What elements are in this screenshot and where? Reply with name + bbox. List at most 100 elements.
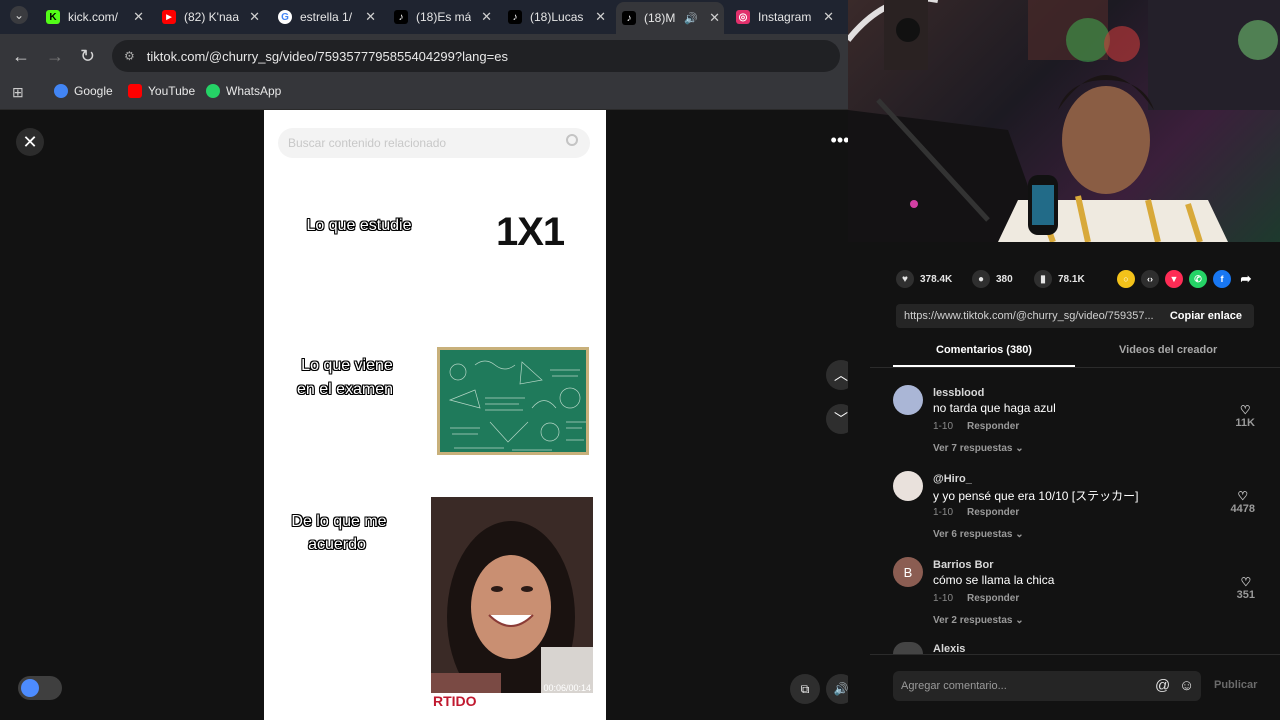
publish-button[interactable]: Publicar <box>1214 679 1257 691</box>
panel1-caption: Lo que estudie <box>306 217 412 234</box>
tab-comments[interactable]: Comentarios (380) <box>936 344 1032 356</box>
copy-link-button[interactable]: Copiar enlace <box>1158 310 1254 322</box>
webcam-overlay <box>848 0 1280 242</box>
embed-icon[interactable]: ‹› <box>1141 270 1159 288</box>
search-icon[interactable] <box>566 134 578 146</box>
address-bar[interactable]: ⚙ tiktok.com/@churry_sg/video/7593577795… <box>112 40 840 72</box>
browser-tab[interactable]: ◎ Instagram ✕ <box>730 4 838 30</box>
bookmark-icon: ▮ <box>1034 270 1052 288</box>
tab-creator-videos[interactable]: Videos del creador <box>1119 344 1217 356</box>
mention-icon[interactable]: @ <box>1155 677 1170 694</box>
equations-drawing <box>448 360 586 451</box>
comment-date: 1-10 <box>933 507 954 518</box>
like-stat[interactable]: ♥ 378.4K <box>896 270 952 288</box>
comment-count: 380 <box>996 273 1013 285</box>
youtube-icon: ▶ <box>162 10 176 24</box>
close-icon[interactable]: ✕ <box>133 9 144 25</box>
toggle-knob <box>21 679 39 697</box>
comment-meta: 1-10 Responder <box>933 507 1019 518</box>
comment-like[interactable]: ♡ 4478 <box>1231 489 1255 515</box>
speaker-icon[interactable]: 🔊 <box>684 12 698 25</box>
panel1-1x1-text: 1X1 <box>496 210 565 254</box>
panel3-caption-line1: De lo que me <box>291 513 387 530</box>
comment-input[interactable]: Agregar comentario... @ ☺ <box>893 671 1201 701</box>
video-link[interactable]: https://www.tiktok.com/@churry_sg/video/… <box>896 310 1158 322</box>
close-icon[interactable]: ✕ <box>16 128 44 156</box>
close-icon[interactable]: ✕ <box>249 9 260 25</box>
tab-title: (18)Es má <box>416 10 472 24</box>
bookmark-google[interactable]: Google <box>54 84 113 98</box>
bookmark-youtube[interactable]: YouTube <box>128 84 195 98</box>
reply-button[interactable]: Responder <box>967 593 1019 604</box>
comment-stat[interactable]: ● 380 <box>972 270 1013 288</box>
forward-arrow-icon[interactable]: → <box>46 46 64 67</box>
chalkboard-image <box>437 347 589 455</box>
view-replies-button[interactable]: Ver 6 respuestas ⌄ <box>933 529 1024 540</box>
comment-meta: 1-10 Responder <box>933 593 1019 604</box>
view-replies-button[interactable]: Ver 2 respuestas ⌄ <box>933 615 1024 626</box>
browser-tab[interactable]: G estrella 1/ ✕ <box>272 4 380 30</box>
reply-button[interactable]: Responder <box>967 507 1019 518</box>
avatar[interactable]: B <box>893 557 923 587</box>
tiktok-icon: ♪ <box>394 10 408 24</box>
related-search-input[interactable]: Buscar contenido relacionado <box>278 128 590 158</box>
comment-like-count: 4478 <box>1230 503 1255 515</box>
browser-tab[interactable]: K kick.com/ ✕ <box>40 4 148 30</box>
comment-username[interactable]: Barrios Bor <box>933 559 994 571</box>
close-icon[interactable]: ✕ <box>709 10 720 26</box>
avatar[interactable] <box>893 642 923 654</box>
tab-divider <box>870 367 1280 368</box>
comment-text: no tarda que haga azul <box>933 401 1056 415</box>
browser-tab-active[interactable]: ♪ (18)M 🔊 ✕ <box>616 2 724 34</box>
miniplayer-icon[interactable]: ⧉ <box>790 674 820 704</box>
chevron-down-icon: ⌄ <box>1015 615 1024 626</box>
search-placeholder: Buscar contenido relacionado <box>288 136 447 150</box>
comment-username[interactable]: @Hiro_ <box>933 473 972 485</box>
send-icon[interactable]: ▼ <box>1165 270 1183 288</box>
reply-button[interactable]: Responder <box>967 421 1019 432</box>
save-stat[interactable]: ▮ 78.1K <box>1034 270 1085 288</box>
whatsapp-share-icon[interactable]: ✆ <box>1189 270 1207 288</box>
comment-item: lessblood no tarda que haga azul 1-10 Res… <box>893 385 1263 459</box>
browser-tab[interactable]: ♪ (18)Lucas ✕ <box>502 4 610 30</box>
heart-outline-icon: ♡ <box>1239 403 1251 417</box>
comment-username[interactable]: lessblood <box>933 387 984 399</box>
avatar[interactable] <box>893 471 923 501</box>
comment-like[interactable]: ♡ 11K <box>1235 403 1255 429</box>
reload-icon[interactable]: ↻ <box>80 46 95 67</box>
like-count: 378.4K <box>920 273 953 285</box>
bookmark-whatsapp[interactable]: WhatsApp <box>206 84 281 98</box>
view-replies-label: Ver 7 respuestas <box>933 443 1013 454</box>
emoji-icon[interactable]: ☺ <box>1179 677 1194 694</box>
share-arrow-icon[interactable]: ➦ <box>1237 270 1255 288</box>
tab-search-icon[interactable]: ⌄ <box>10 6 28 24</box>
browser-tab[interactable]: ▶ (82) K'naa ✕ <box>156 4 264 30</box>
save-count: 78.1K <box>1058 273 1085 285</box>
browser-tab[interactable]: ♪ (18)Es má ✕ <box>388 4 496 30</box>
tab-title: (18)Lucas <box>530 10 584 24</box>
autoscroll-toggle[interactable] <box>18 676 62 700</box>
url-text: tiktok.com/@churry_sg/video/759357779585… <box>146 48 508 64</box>
facebook-share-icon[interactable]: f <box>1213 270 1231 288</box>
heart-outline-icon: ♡ <box>1240 575 1252 589</box>
close-icon[interactable]: ✕ <box>365 9 376 25</box>
site-settings-icon[interactable]: ⚙ <box>124 49 135 63</box>
whatsapp-icon <box>206 84 220 98</box>
kick-icon: K <box>46 10 60 24</box>
panel3-caption-line2: acuerdo <box>308 536 366 553</box>
view-replies-label: Ver 2 respuestas <box>933 615 1013 626</box>
close-icon[interactable]: ✕ <box>823 9 834 25</box>
video-player[interactable]: Buscar contenido relacionado Lo que estu… <box>264 110 606 720</box>
tab-title: (18)M <box>644 11 676 25</box>
view-replies-button[interactable]: Ver 7 respuestas ⌄ <box>933 443 1024 454</box>
coin-share-icon[interactable]: ○ <box>1117 270 1135 288</box>
comment-item: B Barrios Bor cómo se llama la chica 1-1… <box>893 557 1263 631</box>
close-icon[interactable]: ✕ <box>481 9 492 25</box>
avatar[interactable] <box>893 385 923 415</box>
apps-grid-icon[interactable]: ⊞ <box>12 84 24 101</box>
back-arrow-icon[interactable]: ← <box>12 46 30 67</box>
bookmark-label: Google <box>74 84 113 98</box>
comment-like[interactable]: ♡ 351 <box>1237 575 1255 601</box>
tab-title: kick.com/ <box>68 10 119 24</box>
close-icon[interactable]: ✕ <box>595 9 606 25</box>
